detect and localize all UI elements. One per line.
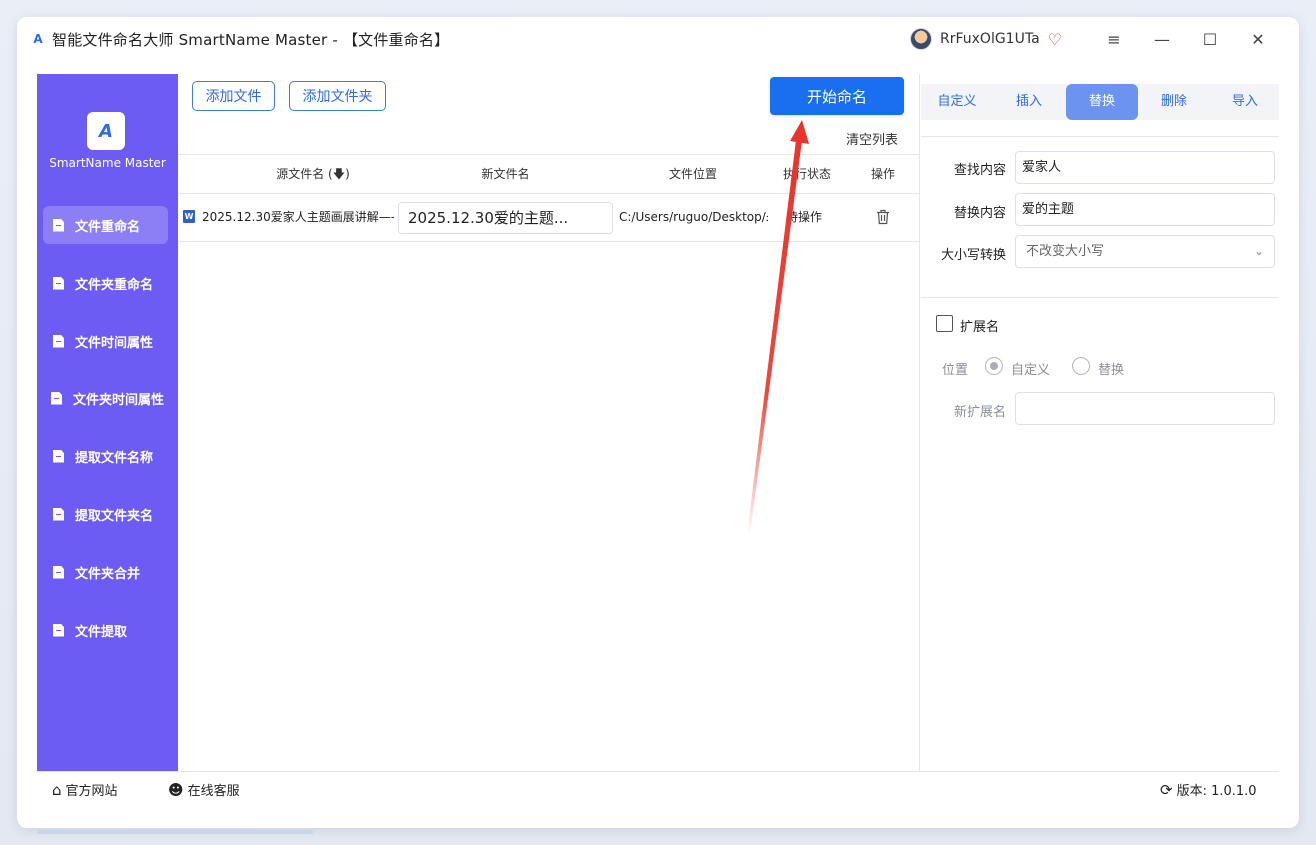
replace-label: 替换内容 (953, 206, 1006, 221)
position-replace-label: 替换 (1098, 363, 1125, 378)
version-info[interactable]: ⟳ 版本: 1.0.1.0 (1160, 780, 1257, 800)
tab-delete[interactable]: 删除 (1138, 84, 1210, 120)
table-row[interactable]: W 2025.12.30爱家人主题画展讲解——i 2025.12.30爱的主题.… (178, 194, 919, 241)
support-agent-icon: ☻ (168, 780, 184, 799)
case-label: 大小写转换 (940, 248, 1006, 263)
tab-replace[interactable]: 替换 (1066, 84, 1138, 120)
document-icon (53, 218, 64, 232)
extension-label: 扩展名 (960, 320, 1000, 335)
sidebar-item-label: 文件夹时间属性 (73, 392, 165, 408)
document-icon (53, 276, 64, 290)
col-header-action: 操作 (870, 167, 895, 181)
website-link[interactable]: ⌂ 官方网站 (52, 780, 118, 800)
sidebar-item-extract-foldername[interactable]: 提取文件夹名 (43, 495, 168, 533)
version-label: 版本: 1.0.1.0 (1176, 784, 1257, 799)
app-logo-icon: A (33, 32, 43, 46)
document-icon (53, 334, 64, 348)
divider (178, 241, 919, 242)
case-select[interactable]: 不改变大小写 ⌄ (1015, 235, 1275, 268)
document-icon (53, 623, 64, 637)
user-avatar[interactable] (910, 28, 932, 50)
sidebar-item-label: 文件提取 (75, 624, 128, 640)
sidebar-item-label: 文件时间属性 (75, 335, 154, 351)
minimize-icon[interactable]: — (1138, 20, 1186, 58)
brand-name: SmartName Master (49, 156, 166, 170)
document-icon (53, 507, 64, 521)
sidebar-item-file-extract[interactable]: 文件提取 (43, 611, 168, 649)
chevron-down-icon: ⌄ (1253, 244, 1264, 258)
document-icon (53, 449, 64, 463)
sidebar-item-label: 文件夹重命名 (75, 277, 154, 293)
sidebar-item-folder-time[interactable]: 文件夹时间属性 (43, 379, 168, 417)
title-bar: A 智能文件命名大师 SmartName Master - 【文件重命名】 Rr… (20, 20, 1282, 58)
sidebar-item-file-time[interactable]: 文件时间属性 (43, 322, 168, 360)
refresh-icon: ⟳ (1160, 780, 1173, 799)
trash-icon[interactable] (876, 209, 890, 225)
position-label: 位置 (941, 363, 968, 378)
sidebar-item-folder-rename[interactable]: 文件夹重命名 (43, 264, 168, 302)
close-icon[interactable]: ✕ (1234, 20, 1282, 58)
case-select-value: 不改变大小写 (1026, 244, 1105, 259)
extension-checkbox[interactable] (936, 315, 953, 332)
new-extension-input[interactable] (1015, 392, 1275, 425)
home-icon: ⌂ (52, 780, 62, 799)
find-input[interactable]: 爱家人 (1015, 151, 1275, 184)
word-file-icon: W (183, 210, 195, 223)
tab-custom[interactable]: 自定义 (921, 84, 993, 120)
sidebar-item-label: 提取文件名称 (75, 450, 154, 466)
cell-status: 待操作 (786, 210, 823, 224)
col-header-status: 执行状态 (782, 167, 831, 181)
find-label: 查找内容 (953, 163, 1006, 178)
add-folder-button[interactable]: 添加文件夹 (289, 81, 386, 111)
sidebar-item-label: 文件夹合并 (75, 566, 141, 582)
cell-location: C:/Users/ruguo/Desktop/£ (619, 210, 768, 224)
position-replace-radio[interactable] (1072, 357, 1090, 375)
maximize-icon[interactable]: ☐ (1186, 20, 1234, 58)
divider (921, 297, 1279, 298)
menu-icon[interactable]: ≡ (1090, 20, 1138, 58)
col-header-new-name: 新文件名 (481, 167, 530, 181)
col-header-source[interactable]: 源文件名 (🡇) (208, 155, 418, 193)
sidebar-item-label: 文件重命名 (75, 219, 141, 235)
position-custom-radio[interactable] (985, 357, 1003, 375)
divider (37, 771, 1279, 772)
sidebar-item-folder-merge[interactable]: 文件夹合并 (43, 553, 168, 591)
website-label: 官方网站 (65, 784, 118, 799)
user-name[interactable]: RrFuxOlG1UTa (940, 31, 1040, 47)
cell-source-name: 2025.12.30爱家人主题画展讲解——i (202, 210, 394, 224)
sidebar-item-file-rename[interactable]: 文件重命名 (43, 206, 168, 244)
position-custom-label: 自定义 (1011, 363, 1051, 378)
sidebar-item-label: 提取文件夹名 (75, 508, 154, 524)
document-icon (53, 565, 64, 579)
sidebar: A SmartName Master 文件重命名 文件夹重命名 文件时间属性 文… (37, 74, 178, 771)
document-icon (51, 391, 62, 405)
scroll-indicator (37, 830, 313, 834)
table-header: 源文件名 (🡇) 新文件名 文件位置 执行状态 操作 (178, 155, 919, 193)
vip-diamond-icon[interactable]: ♡ (1048, 30, 1062, 49)
clear-list-button[interactable]: 清空列表 (846, 129, 898, 148)
replace-input[interactable]: 爱的主题 (1015, 193, 1275, 226)
add-file-button[interactable]: 添加文件 (192, 81, 275, 111)
window-title: 智能文件命名大师 SmartName Master - 【文件重命名】 (52, 30, 450, 49)
support-link[interactable]: ☻ 在线客服 (168, 780, 240, 800)
support-label: 在线客服 (187, 784, 240, 799)
rule-tabs: 自定义 插入 替换 删除 导入 (921, 84, 1279, 120)
new-extension-label: 新扩展名 (953, 405, 1006, 420)
tab-import[interactable]: 导入 (1209, 84, 1281, 120)
brand-logo-icon: A (87, 112, 125, 150)
start-rename-button[interactable]: 开始命名 (770, 77, 904, 115)
sidebar-item-extract-filename[interactable]: 提取文件名称 (43, 437, 168, 475)
new-name-input[interactable]: 2025.12.30爱的主题... (398, 202, 613, 234)
panel-divider (919, 74, 920, 771)
tab-insert[interactable]: 插入 (993, 84, 1065, 120)
col-header-location: 文件位置 (668, 167, 717, 181)
divider (921, 136, 1279, 137)
